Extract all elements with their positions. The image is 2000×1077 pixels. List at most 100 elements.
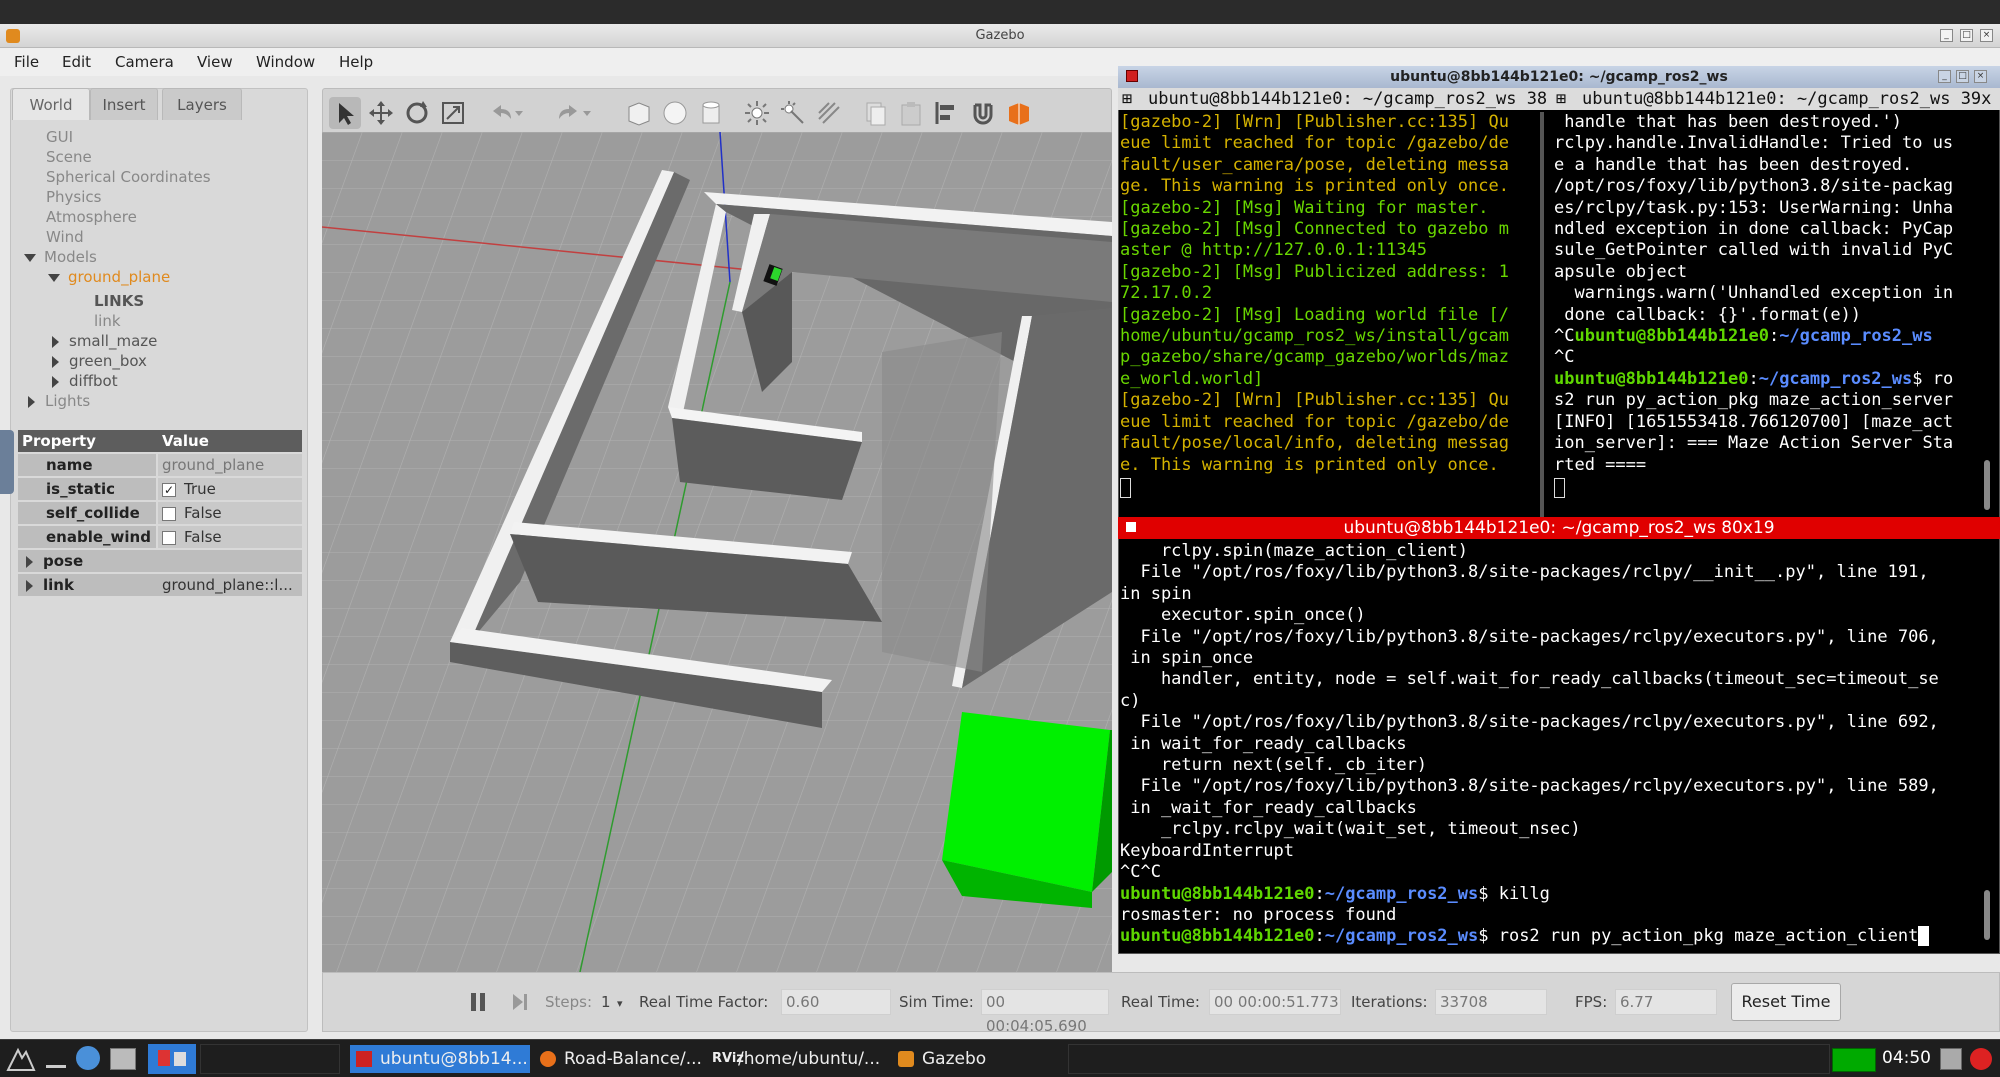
checkbox-enable-wind[interactable] — [162, 530, 176, 545]
prop-value-self-collide[interactable]: False — [158, 502, 302, 524]
menu-file[interactable]: File — [14, 53, 39, 71]
expand-arrow-icon[interactable] — [26, 579, 33, 592]
checkbox-is-static[interactable]: ✓ — [162, 482, 176, 497]
prop-value-is-static[interactable]: ✓ True — [158, 478, 302, 500]
expand-arrow-icon[interactable] — [26, 555, 33, 568]
workspace-2[interactable] — [200, 1044, 340, 1074]
term-line: ion_server]: === Maze Action Server Sta — [1554, 433, 1954, 454]
terminal-pane-right[interactable]: handle that has been destroyed.') rclpy.h… — [1554, 112, 1980, 517]
expand-arrow-icon[interactable] — [24, 253, 36, 262]
terminal-maximize-icon[interactable]: □ — [1956, 70, 1969, 83]
undo-history-icon[interactable] — [511, 97, 527, 129]
translate-mode-icon[interactable] — [365, 97, 397, 129]
menu-camera[interactable]: Camera — [115, 53, 174, 71]
file-manager-icon[interactable] — [110, 1048, 136, 1070]
terminal-pane-bottom[interactable]: rclpy.spin(maze_action_client) File "/op… — [1120, 541, 1980, 951]
screen-lock-icon[interactable] — [1940, 1048, 1962, 1070]
taskbar-item-terminal[interactable]: ubuntu@8bb14... — [350, 1045, 530, 1073]
terminal-pane-left[interactable]: [gazebo-2] [Wrn] [Publisher.cc:135] Qu eu… — [1120, 112, 1534, 517]
step-icon[interactable] — [511, 991, 529, 1013]
tree-item-models[interactable]: Models — [24, 248, 97, 266]
term-line: File "/opt/ros/foxy/lib/python3.8/site-p… — [1120, 626, 1939, 647]
sphere-shape-icon[interactable] — [659, 97, 691, 129]
menu-help[interactable]: Help — [339, 53, 373, 71]
spot-light-icon[interactable] — [777, 97, 809, 129]
menu-edit[interactable]: Edit — [62, 53, 91, 71]
taskbar-empty-area — [1068, 1044, 1830, 1074]
tree-item-physics[interactable]: Physics — [46, 188, 101, 206]
steps-dropdown-icon[interactable]: ▾ — [617, 997, 623, 1010]
browser-launcher-icon[interactable] — [76, 1046, 100, 1070]
maximize-icon[interactable]: □ — [1960, 29, 1973, 42]
paste-icon[interactable] — [895, 97, 927, 129]
green-box-model[interactable] — [942, 712, 1112, 908]
tab-layers[interactable]: Layers — [162, 88, 242, 120]
taskbar-item-rviz[interactable]: RViz/home/ubuntu/... — [708, 1045, 888, 1073]
steps-value[interactable]: 1 — [601, 993, 611, 1011]
directional-light-icon[interactable] — [813, 97, 845, 129]
pause-icon[interactable] — [469, 991, 487, 1013]
rotate-mode-icon[interactable] — [401, 97, 433, 129]
tree-item-wind[interactable]: Wind — [46, 228, 84, 246]
pane-divider[interactable] — [1540, 112, 1544, 517]
start-menu-icon[interactable] — [6, 1046, 36, 1072]
snap-icon[interactable] — [967, 97, 999, 129]
tree-item-lights[interactable]: Lights — [28, 392, 90, 410]
tree-item-ground-plane[interactable]: ground_plane — [48, 268, 170, 286]
tree-item-green-box[interactable]: green_box — [52, 352, 147, 370]
point-light-icon[interactable] — [741, 97, 773, 129]
tree-item-scene[interactable]: Scene — [46, 148, 92, 166]
prop-value-name[interactable]: ground_plane — [158, 454, 302, 476]
panel-splitter-handle[interactable] — [0, 430, 14, 494]
collapse-arrow-icon[interactable] — [52, 355, 59, 368]
collapse-arrow-icon[interactable] — [28, 395, 35, 408]
tab-insert[interactable]: Insert — [90, 88, 158, 120]
tree-item-diffbot[interactable]: diffbot — [52, 372, 118, 390]
align-icon[interactable] — [931, 97, 963, 129]
taskbar-item-gazebo[interactable]: Gazebo — [892, 1045, 1062, 1073]
workspace-switcher[interactable] — [148, 1044, 196, 1074]
close-icon[interactable]: × — [1980, 29, 1993, 42]
expand-arrow-icon[interactable] — [48, 273, 60, 282]
prop-row-link[interactable]: link ground_plane::l... — [18, 574, 302, 596]
reset-time-button[interactable]: Reset Time — [1731, 983, 1841, 1021]
bottom-status-bar: Steps: 1 ▾ Real Time Factor: 0.60 Sim Ti… — [322, 972, 2000, 1035]
tree-item-link[interactable]: link — [94, 312, 121, 330]
tree-item-spherical[interactable]: Spherical Coordinates — [46, 168, 211, 186]
terminal-app-icon — [1126, 70, 1138, 82]
pane-left-title[interactable]: ubuntu@8bb144b121e0: ~/gcamp_ros2_ws 38 — [1148, 89, 1547, 109]
redo-history-icon[interactable] — [579, 97, 595, 129]
checkbox-self-collide[interactable] — [162, 506, 176, 521]
copy-icon[interactable] — [859, 97, 891, 129]
terminal-scrollbar[interactable] — [1984, 890, 1990, 940]
term-line: [gazebo-2] [Wrn] [Publisher.cc:135] Qu — [1120, 390, 1509, 411]
terminal-close-icon[interactable]: × — [1974, 70, 1987, 83]
box-shape-icon[interactable] — [623, 97, 655, 129]
tree-item-gui[interactable]: GUI — [46, 128, 73, 146]
prop-row-pose[interactable]: pose — [18, 550, 302, 572]
collapse-arrow-icon[interactable] — [52, 335, 59, 348]
pane-grid-icon: ⊞ — [1556, 89, 1567, 109]
pane-right-title[interactable]: ubuntu@8bb144b121e0: ~/gcamp_ros2_ws 39x — [1582, 89, 1991, 109]
tree-item-atmosphere[interactable]: Atmosphere — [46, 208, 137, 226]
collapse-arrow-icon[interactable] — [52, 375, 59, 388]
view-angle-icon[interactable] — [1003, 97, 1035, 129]
scale-mode-icon[interactable] — [437, 97, 469, 129]
menu-view[interactable]: View — [197, 53, 233, 71]
3d-viewport[interactable] — [322, 132, 1112, 972]
power-icon[interactable] — [1970, 1048, 1992, 1070]
clock[interactable]: 04:50 — [1882, 1048, 1931, 1068]
minimize-all-icon[interactable] — [46, 1048, 66, 1068]
taskbar-item-browser[interactable]: Road-Balance/... — [534, 1045, 704, 1073]
minimize-icon[interactable]: _ — [1940, 29, 1953, 42]
select-mode-icon[interactable] — [329, 97, 361, 129]
term-line: [INFO] [1651553418.766120700] [maze_act — [1554, 411, 1954, 432]
menu-window[interactable]: Window — [256, 53, 315, 71]
tree-item-small-maze[interactable]: small_maze — [52, 332, 157, 350]
terminal-scrollbar[interactable] — [1984, 460, 1990, 510]
tab-world[interactable]: World — [12, 88, 90, 120]
terminal-minimize-icon[interactable]: _ — [1938, 70, 1951, 83]
prop-value-enable-wind[interactable]: False — [158, 526, 302, 548]
workspace-window-icon — [174, 1052, 186, 1066]
cylinder-shape-icon[interactable] — [695, 97, 727, 129]
